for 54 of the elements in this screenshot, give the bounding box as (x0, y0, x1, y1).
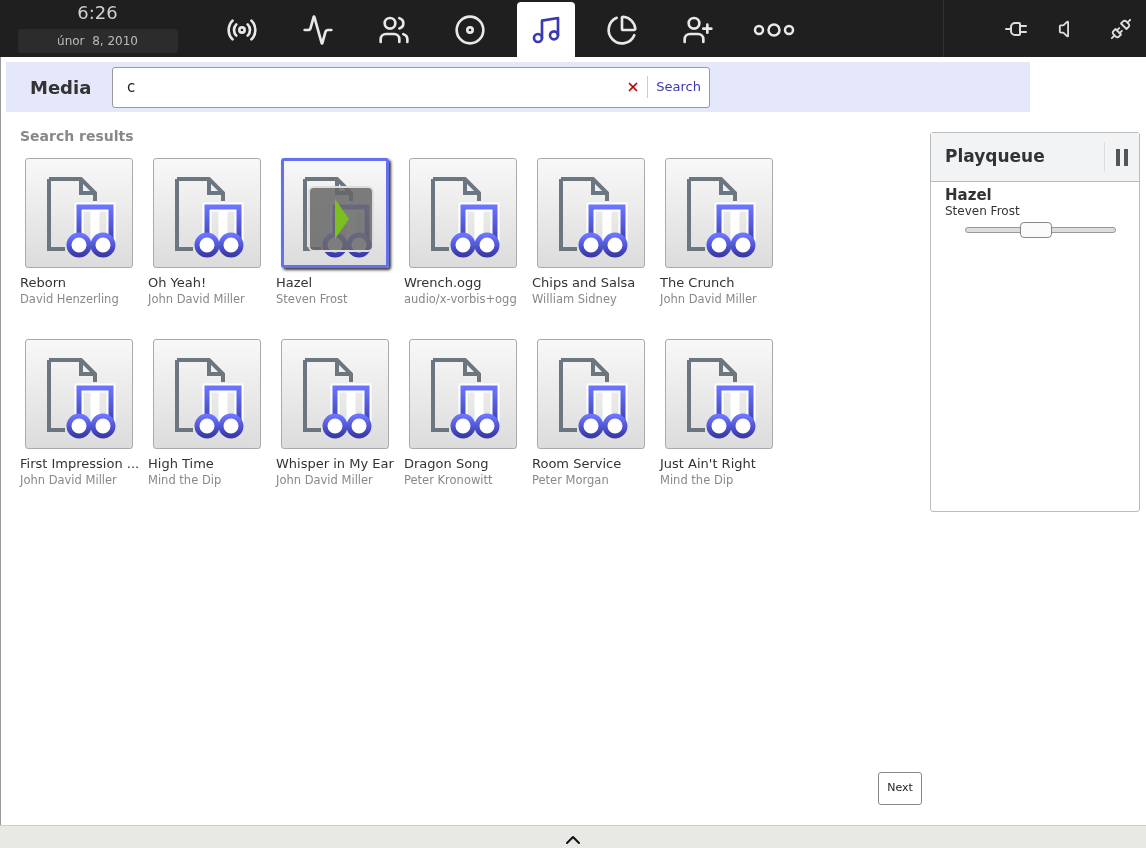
track-title: The Crunch (660, 275, 736, 291)
nav-tab[interactable] (517, 2, 575, 57)
media-tile[interactable] (25, 339, 133, 449)
section-heading: Search results (20, 127, 135, 146)
track-subtitle: Steven Frost (276, 291, 349, 308)
queue-track-artist: Steven Frost (945, 204, 1021, 219)
clock-time: 6:26 (77, 2, 118, 24)
next-button[interactable]: Next (878, 772, 922, 805)
track-title: Wrench.ogg (404, 275, 483, 291)
track-title: Whisper in My Ear (276, 456, 395, 472)
target-icon (454, 13, 486, 46)
media-tile[interactable] (153, 158, 261, 268)
search-button[interactable]: Search (648, 77, 709, 97)
search-field[interactable]: c Search (112, 66, 710, 108)
track-title: Chips and Salsa (532, 275, 637, 291)
media-tile[interactable] (665, 158, 773, 268)
track-title: Just Ain't Right (660, 456, 757, 472)
pie-chart-icon (606, 13, 638, 46)
track-subtitle: John David Miller (660, 291, 758, 308)
track-subtitle: Peter Morgan (532, 472, 610, 489)
track-subtitle: Mind the Dip (660, 472, 735, 489)
slider-thumb[interactable] (1019, 222, 1052, 238)
track-title: High Time (148, 456, 215, 472)
track-subtitle: audio/x-vorbis+ogg (404, 291, 518, 308)
track-title: Room Service (532, 456, 623, 472)
media-tile[interactable] (281, 339, 389, 449)
track-subtitle: John David Miller (20, 472, 118, 489)
track-subtitle: John David Miller (148, 291, 246, 308)
media-tile[interactable] (153, 339, 261, 449)
unplugged-icon[interactable] (1110, 17, 1132, 40)
track-title: Hazel (276, 275, 314, 291)
track-title: First Impression ... (20, 456, 141, 472)
media-tile[interactable] (409, 339, 517, 449)
track-subtitle: William Sidney (532, 291, 618, 308)
queue-track-title: Hazel (945, 186, 993, 204)
three-circles-icon (753, 22, 795, 37)
track-subtitle: Mind the Dip (148, 472, 223, 489)
track-subtitle: John David Miller (276, 472, 374, 489)
track-title: Reborn (20, 275, 67, 291)
track-subtitle: David Henzerling (20, 291, 120, 308)
media-tile[interactable] (409, 158, 517, 268)
track-title: Oh Yeah! (148, 275, 208, 291)
date-label: únor 8, 2010 (17, 29, 178, 53)
media-tile[interactable] (25, 158, 133, 268)
playqueue-title: Playqueue (945, 145, 1046, 169)
media-tile[interactable] (537, 158, 645, 268)
pulse-icon (302, 13, 334, 46)
media-tile[interactable] (665, 339, 773, 449)
media-tile[interactable] (281, 158, 389, 268)
media-tile[interactable] (537, 339, 645, 449)
media-title: Media (30, 75, 93, 100)
track-subtitle: Peter Kronowitt (404, 472, 494, 489)
seek-slider[interactable] (965, 222, 1116, 238)
track-title: Dragon Song (404, 456, 490, 472)
